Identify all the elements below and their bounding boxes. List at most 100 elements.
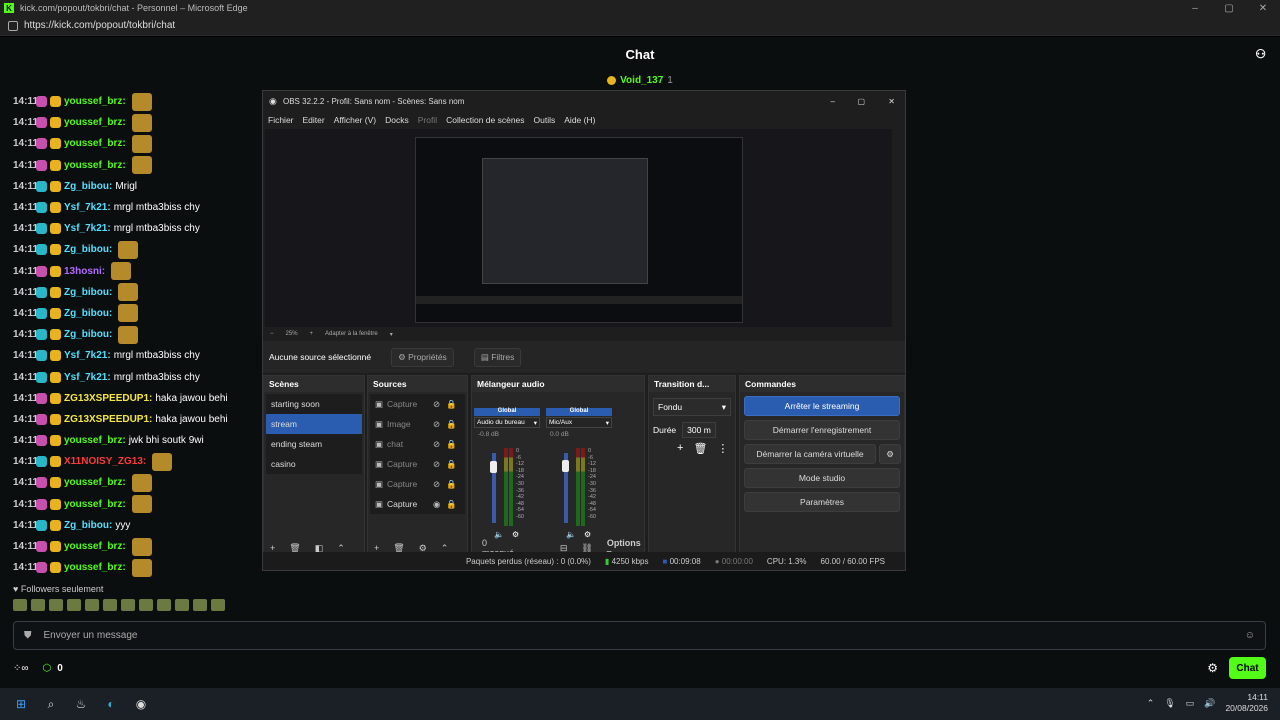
lock-icon[interactable]: 🔒 bbox=[446, 479, 457, 490]
network-icon[interactable]: ▭ bbox=[1186, 698, 1195, 709]
source-item[interactable]: ▣ Capture ◉ 🔒 bbox=[370, 494, 465, 514]
emote-icon[interactable] bbox=[139, 599, 153, 611]
trash-icon[interactable]: 🗑 bbox=[693, 442, 707, 455]
eye-hidden-icon[interactable]: ⊘ bbox=[433, 439, 440, 450]
obs-menu-item[interactable]: Profil bbox=[418, 115, 437, 125]
chevron-down-icon[interactable]: ▾ bbox=[390, 331, 393, 338]
message-username[interactable]: youssef_brz: bbox=[64, 160, 126, 171]
message-username[interactable]: youssef_brz: bbox=[64, 138, 126, 149]
message-username[interactable]: Zg_bibou: bbox=[64, 244, 112, 255]
message-username[interactable]: Zg_bibou: bbox=[64, 329, 112, 340]
emote-icon[interactable] bbox=[193, 599, 207, 611]
emote-icon[interactable] bbox=[211, 599, 225, 611]
obs-maximize-icon[interactable]: ▢ bbox=[857, 97, 865, 106]
source-item[interactable]: ▣ Capture ⊘ 🔒 bbox=[370, 454, 465, 474]
eye-icon[interactable]: ◉ bbox=[433, 499, 440, 510]
steam-icon[interactable]: ♨ bbox=[72, 695, 90, 713]
more-icon[interactable]: ⋮ bbox=[717, 442, 728, 455]
emote-icon[interactable] bbox=[121, 599, 135, 611]
eye-hidden-icon[interactable]: ⊘ bbox=[433, 399, 440, 410]
microphone-icon[interactable]: 🎙 bbox=[1164, 698, 1175, 709]
obs-menu-item[interactable]: Collection de scènes bbox=[446, 115, 524, 125]
message-username[interactable]: Zg_bibou: bbox=[64, 181, 112, 192]
command-button[interactable]: Mode studio bbox=[744, 468, 900, 488]
message-username[interactable]: youssef_brz: bbox=[64, 435, 126, 446]
obs-menu-item[interactable]: Aide (H) bbox=[564, 115, 595, 125]
settings-icon[interactable]: ⚙ bbox=[1207, 661, 1218, 675]
obs-taskbar-icon[interactable]: ◉ bbox=[132, 695, 150, 713]
source-item[interactable]: ▣ Capture ⊘ 🔒 bbox=[370, 474, 465, 494]
scene-item[interactable]: starting soon bbox=[266, 394, 362, 414]
maximize-icon[interactable]: ▢ bbox=[1212, 0, 1246, 16]
obs-menu-item[interactable]: Afficher (V) bbox=[334, 115, 376, 125]
message-username[interactable]: Ysf_7k21: bbox=[64, 202, 111, 213]
obs-close-icon[interactable]: ✕ bbox=[888, 97, 895, 106]
message-username[interactable]: Ysf_7k21: bbox=[64, 372, 111, 383]
obs-menu-item[interactable]: Fichier bbox=[268, 115, 294, 125]
scene-item[interactable]: ending steam bbox=[266, 434, 362, 454]
message-username[interactable]: Ysf_7k21: bbox=[64, 223, 111, 234]
command-button[interactable]: Démarrer la caméra virtuelle ⚙ bbox=[744, 444, 901, 464]
send-chat-button[interactable]: Chat bbox=[1229, 657, 1266, 679]
message-username[interactable]: youssef_brz: bbox=[64, 477, 126, 488]
minimize-icon[interactable]: – bbox=[1178, 0, 1212, 16]
volume-knob[interactable] bbox=[562, 460, 569, 472]
device-select[interactable]: Audio du bureau ▾ bbox=[474, 417, 540, 428]
command-button[interactable]: Arrêter le streaming bbox=[744, 396, 900, 416]
message-input[interactable]: ⛊ Envoyer un message ☺ bbox=[13, 621, 1266, 650]
duration-input[interactable]: 300 m bbox=[682, 422, 716, 438]
obs-menu-item[interactable]: Docks bbox=[385, 115, 409, 125]
emote-icon[interactable] bbox=[85, 599, 99, 611]
volume-knob[interactable] bbox=[490, 461, 497, 474]
pinned-gift[interactable]: Void_137 1 bbox=[0, 72, 1280, 89]
message-username[interactable]: Zg_bibou: bbox=[64, 308, 112, 319]
source-item[interactable]: ▣ Capture ⊘ 🔒 bbox=[370, 394, 465, 414]
points-icon[interactable]: ⬡ bbox=[43, 663, 52, 674]
channel-settings-icon[interactable]: ⚙ bbox=[584, 530, 591, 539]
close-icon[interactable]: ✕ bbox=[1246, 0, 1280, 16]
message-username[interactable]: youssef_brz: bbox=[64, 117, 126, 128]
properties-button[interactable]: ⚙ Propriétés bbox=[391, 347, 454, 367]
obs-preview[interactable] bbox=[265, 129, 892, 327]
command-button[interactable]: Démarrer l'enregistrement bbox=[744, 420, 900, 440]
message-username[interactable]: Zg_bibou: bbox=[64, 520, 112, 531]
source-item[interactable]: ▣ chat ⊘ 🔒 bbox=[370, 434, 465, 454]
emote-icon[interactable] bbox=[31, 599, 45, 611]
users-icon[interactable]: ⚇ bbox=[1255, 47, 1266, 61]
emote-icon[interactable] bbox=[103, 599, 117, 611]
speaker-icon[interactable]: 🔈 bbox=[566, 530, 576, 539]
obs-menu-item[interactable]: Outils bbox=[534, 115, 556, 125]
eye-hidden-icon[interactable]: ⊘ bbox=[433, 459, 440, 470]
edge-icon[interactable]: ◐ bbox=[102, 695, 120, 713]
message-username[interactable]: 13hosni: bbox=[64, 266, 105, 277]
scene-item[interactable]: stream bbox=[266, 414, 362, 434]
command-button[interactable]: Paramètres bbox=[744, 492, 900, 512]
message-username[interactable]: youssef_brz: bbox=[64, 541, 126, 552]
infinity-icon[interactable]: ⁘∞ bbox=[13, 663, 29, 674]
obs-minimize-icon[interactable]: – bbox=[831, 97, 835, 106]
clock[interactable]: 14:11 20/08/2026 bbox=[1225, 692, 1268, 714]
message-username[interactable]: Ysf_7k21: bbox=[64, 350, 111, 361]
lock-icon[interactable]: 🔒 bbox=[446, 399, 457, 410]
windows-start-icon[interactable]: ⊞ bbox=[12, 695, 30, 713]
lock-icon[interactable]: 🔒 bbox=[446, 419, 457, 430]
zoom-in-icon[interactable]: + bbox=[310, 331, 314, 337]
device-select[interactable]: Mic/Aux ▾ bbox=[546, 417, 612, 428]
eye-hidden-icon[interactable]: ⊘ bbox=[433, 479, 440, 490]
fit-label[interactable]: Adapter à la fenêtre bbox=[325, 331, 378, 337]
transition-select[interactable]: Fondu ▾ bbox=[653, 398, 731, 416]
gear-icon[interactable]: ⚙ bbox=[879, 444, 901, 464]
message-username[interactable]: X11NOISY_ZG13: bbox=[64, 456, 146, 467]
emote-icon[interactable] bbox=[67, 599, 81, 611]
message-username[interactable]: Zg_bibou: bbox=[64, 287, 112, 298]
emote-icon[interactable] bbox=[13, 599, 27, 611]
add-icon[interactable]: + bbox=[677, 442, 683, 455]
lock-icon[interactable]: 🔒 bbox=[446, 439, 457, 450]
message-username[interactable]: ZG13XSPEEDUP1: bbox=[64, 414, 152, 425]
message-username[interactable]: youssef_brz: bbox=[64, 96, 126, 107]
source-item[interactable]: ▣ Image ⊘ 🔒 bbox=[370, 414, 465, 434]
filters-button[interactable]: ▤ Filtres bbox=[473, 347, 522, 367]
message-username[interactable]: youssef_brz: bbox=[64, 499, 126, 510]
search-icon[interactable]: ⌕ bbox=[42, 695, 60, 713]
lock-icon[interactable]: 🔒 bbox=[446, 459, 457, 470]
